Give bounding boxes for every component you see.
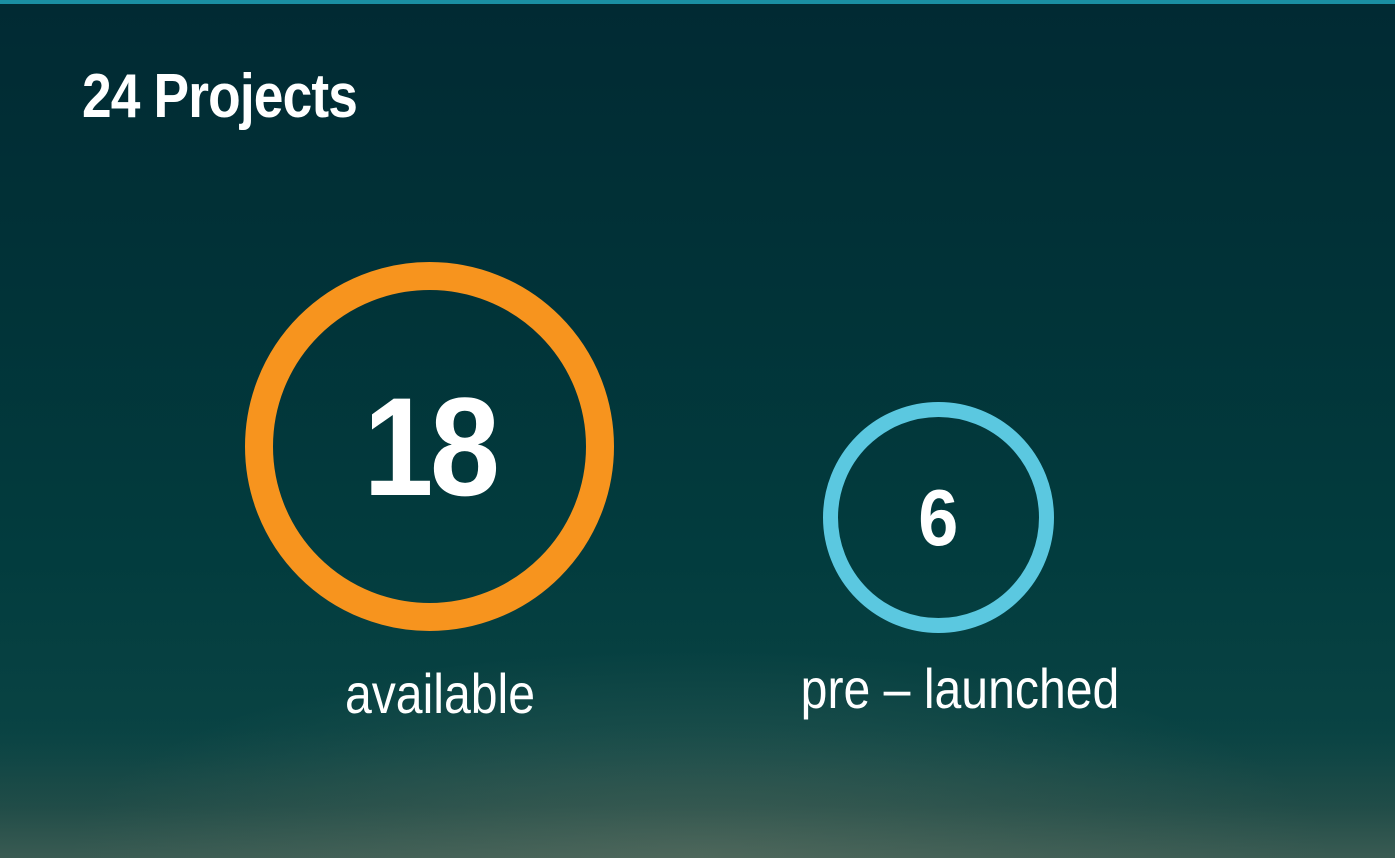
page-title: 24 Projects	[82, 62, 358, 131]
prelaunched-projects-label: pre – launched	[800, 657, 1120, 720]
available-projects-label: available	[344, 662, 536, 725]
available-projects-ring: 18	[245, 262, 614, 631]
prelaunched-projects-ring: 6	[823, 402, 1054, 633]
prelaunched-projects-count: 6	[918, 472, 959, 562]
top-accent-bar	[0, 0, 1395, 4]
background-haze	[0, 728, 1395, 858]
available-projects-count: 18	[363, 367, 500, 525]
